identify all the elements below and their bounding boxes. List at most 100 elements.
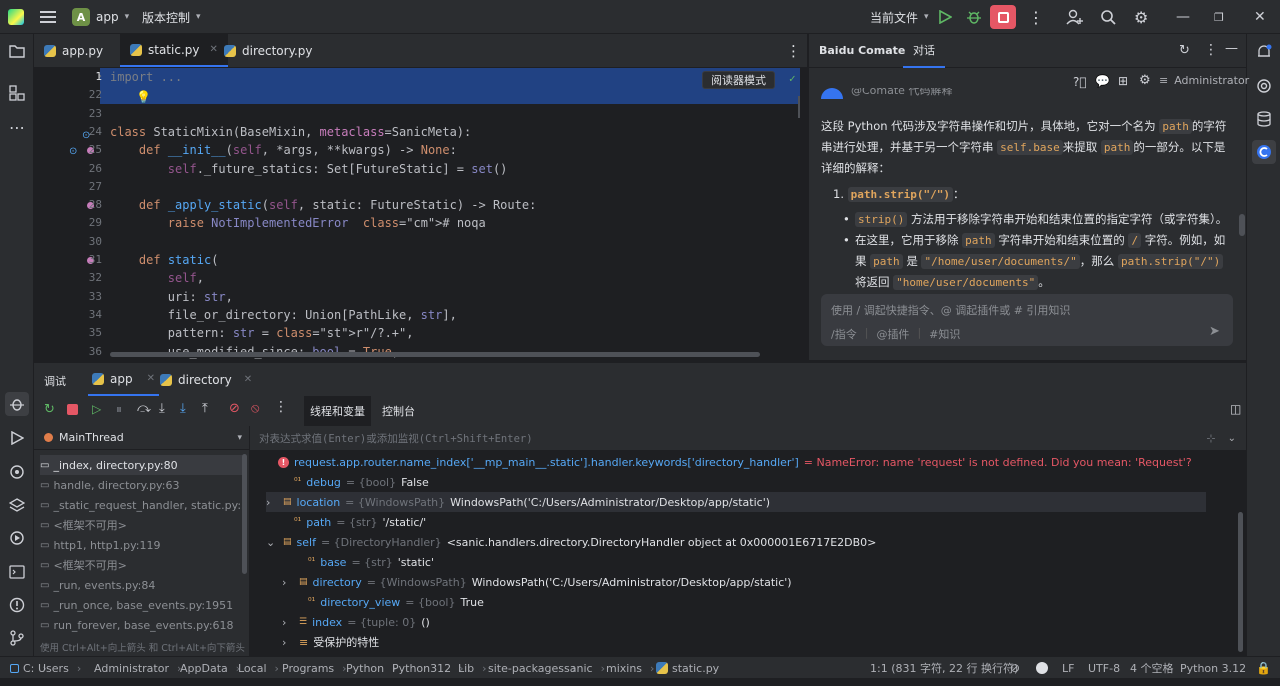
- watch-error-row[interactable]: ! request.app.router.name_index['__mp_ma…: [278, 452, 1192, 472]
- horizontal-scrollbar[interactable]: [110, 352, 760, 357]
- line-number[interactable]: 23: [68, 107, 102, 120]
- variable-row[interactable]: ⌄ ▤ self = {DirectoryHandler} <sanic.handler…: [266, 532, 876, 552]
- close-tab-icon[interactable]: ✕: [147, 373, 155, 384]
- run-tool-icon[interactable]: [5, 426, 29, 450]
- search-icon[interactable]: [1100, 0, 1116, 34]
- stack-frame[interactable]: ▭ handle, directory.py:63: [40, 475, 244, 495]
- close-tab-icon[interactable]: ✕: [209, 44, 217, 55]
- code-line[interactable]: class StaticMixin(BaseMixin, metaclass=S…: [110, 125, 471, 139]
- more-actions-icon[interactable]: ⋮: [1028, 0, 1044, 34]
- breadcrumb-item[interactable]: Python ›: [346, 657, 397, 679]
- tab-more-icon[interactable]: ⋮: [786, 34, 801, 68]
- line-number[interactable]: 34: [68, 308, 102, 321]
- thread-selector[interactable]: MainThread ▾: [34, 426, 250, 450]
- code-line[interactable]: def __init__(self, *args, **kwargs) -> N…: [110, 143, 457, 157]
- no-write-access-icon[interactable]: ⊘: [1010, 657, 1020, 679]
- ai-assistant-icon[interactable]: [1252, 74, 1276, 98]
- line-number[interactable]: 35: [68, 326, 102, 339]
- line-number[interactable]: 36: [68, 345, 102, 358]
- code-line[interactable]: uri: str,: [110, 290, 233, 304]
- variable-row[interactable]: › ☰ index = {tuple: 0} (): [282, 612, 430, 632]
- debug-tool-icon[interactable]: [5, 392, 29, 416]
- tab-directory-py[interactable]: directory.py: [224, 34, 313, 68]
- minimize-icon[interactable]: —: [1176, 0, 1190, 34]
- breadcrumb-item[interactable]: Lib ›: [458, 657, 487, 679]
- tab-static-py[interactable]: static.py ✕: [120, 34, 228, 67]
- expand-toggle-icon[interactable]: ›: [282, 636, 294, 649]
- line-number[interactable]: 26: [68, 162, 102, 175]
- variable-row[interactable]: › ▤ location = {WindowsPath} WindowsPath('C:…: [266, 492, 1206, 512]
- debug-bug-icon[interactable]: [966, 0, 982, 34]
- notifications-bell-icon[interactable]: [1252, 40, 1276, 64]
- line-number[interactable]: 25: [68, 143, 102, 156]
- refresh-icon[interactable]: ↻: [1179, 43, 1190, 58]
- line-number[interactable]: 29: [68, 216, 102, 229]
- python-interpreter[interactable]: Python 3.12: [1180, 657, 1246, 679]
- restore-window-icon[interactable]: ❐: [1214, 0, 1224, 34]
- reader-mode-button[interactable]: 阅读器模式: [702, 71, 775, 89]
- expand-toggle-icon[interactable]: ›: [266, 496, 278, 509]
- frames-scrollbar[interactable]: [242, 454, 247, 574]
- line-number[interactable]: 24: [68, 125, 102, 138]
- eval-expression-input[interactable]: 对表达式求值(Enter)或添加监视(Ctrl+Shift+Enter) ⊹ ⌄: [250, 426, 1246, 450]
- stop-debug-icon[interactable]: [67, 404, 78, 415]
- user-menu[interactable]: ≡ Administrator: [1159, 74, 1249, 87]
- send-icon[interactable]: ➤: [1209, 324, 1220, 339]
- chip-plugin[interactable]: @插件: [876, 326, 909, 342]
- breadcrumb-item[interactable]: Administrator ›: [94, 657, 181, 679]
- chat-bubble-icon[interactable]: 💬: [1095, 74, 1110, 88]
- debug-tab-app[interactable]: app ✕: [88, 363, 159, 396]
- python-console-icon[interactable]: [5, 460, 29, 484]
- chat-input-box[interactable]: 使用 / 调起快捷指令、@ 调起插件或 # 引用知识 /指令 | @插件 | #知识…: [821, 294, 1233, 346]
- line-number[interactable]: 27: [68, 180, 102, 193]
- variable-row[interactable]: ⁰¹ debug = {bool} False: [294, 472, 429, 492]
- panel-hide-icon[interactable]: —: [1225, 41, 1238, 56]
- step-into-icon[interactable]: ⤓: [159, 401, 165, 416]
- variable-row[interactable]: ⁰¹ directory_view = {bool} True: [308, 592, 484, 612]
- breadcrumb-item[interactable]: Python312 ›: [392, 657, 464, 679]
- step-over-icon[interactable]: ⤼: [137, 401, 151, 416]
- stack-frame[interactable]: ▭ http1, http1.py:119: [40, 535, 244, 555]
- breadcrumb-item[interactable]: Programs ›: [282, 657, 347, 679]
- project-folder-icon[interactable]: [5, 39, 29, 63]
- expand-toggle-icon[interactable]: ›: [282, 576, 294, 589]
- code-line[interactable]: raise NotImplementedError class="cm"># n…: [110, 216, 486, 230]
- breadcrumb-item[interactable]: sanic ›: [564, 657, 605, 679]
- stack-frame[interactable]: ▭ _run, events.py:84: [40, 575, 244, 595]
- line-number[interactable]: 32: [68, 271, 102, 284]
- main-menu-icon[interactable]: [40, 0, 56, 34]
- subtab-threads-variables[interactable]: 线程和变量: [304, 396, 371, 426]
- code-line[interactable]: file_or_directory: Union[PathLike, str],: [110, 308, 457, 322]
- chip-command[interactable]: /指令: [831, 326, 857, 342]
- layout-toggle-icon[interactable]: ◫: [1230, 402, 1241, 416]
- layers-icon[interactable]: [5, 493, 29, 517]
- stack-frame[interactable]: ▭ run_forever, base_events.py:618: [40, 615, 244, 635]
- file-encoding[interactable]: UTF-8: [1088, 657, 1120, 679]
- debug-more-icon[interactable]: ⋮: [274, 399, 288, 415]
- project-selector[interactable]: A app ▾: [72, 0, 129, 34]
- chevron-down-icon[interactable]: ⌄: [1228, 433, 1236, 444]
- step-into-my-code-icon[interactable]: ⤓: [180, 401, 186, 416]
- indent-setting[interactable]: 4 个空格: [1130, 657, 1174, 679]
- plugins-grid-icon[interactable]: ⊞: [1118, 74, 1128, 88]
- variable-row[interactable]: › ▤ directory = {WindowsPath} WindowsPath('C…: [282, 572, 792, 592]
- variable-row[interactable]: ⁰¹ path = {str} '/static/': [294, 512, 426, 532]
- code-line[interactable]: import ...: [110, 70, 182, 84]
- breadcrumb-item[interactable]: Local ›: [238, 657, 279, 679]
- stack-frame[interactable]: ▭ <框架不可用>: [40, 555, 244, 575]
- line-number[interactable]: 22: [68, 88, 102, 101]
- line-number[interactable]: 1: [68, 70, 102, 83]
- code-line[interactable]: pattern: str = class="st">r"/?.+",: [110, 326, 414, 340]
- stack-frame[interactable]: ▭ _index, directory.py:80: [40, 455, 244, 475]
- code-line[interactable]: def static(: [110, 253, 219, 267]
- add-user-icon[interactable]: [1066, 0, 1084, 34]
- comate-plugin-icon[interactable]: [1252, 140, 1276, 164]
- breadcrumb-item[interactable]: static.py: [656, 657, 719, 679]
- terminal-icon[interactable]: [5, 560, 29, 584]
- line-number[interactable]: 30: [68, 235, 102, 248]
- breakpoints-icon[interactable]: ⊘: [229, 401, 240, 416]
- variable-row[interactable]: ⁰¹ base = {str} 'static': [308, 552, 434, 572]
- code-line[interactable]: def _apply_static(self, static: FutureSt…: [110, 198, 536, 212]
- panel-more-icon[interactable]: ⋮: [1204, 42, 1218, 58]
- step-out-icon[interactable]: ⤒: [202, 401, 208, 416]
